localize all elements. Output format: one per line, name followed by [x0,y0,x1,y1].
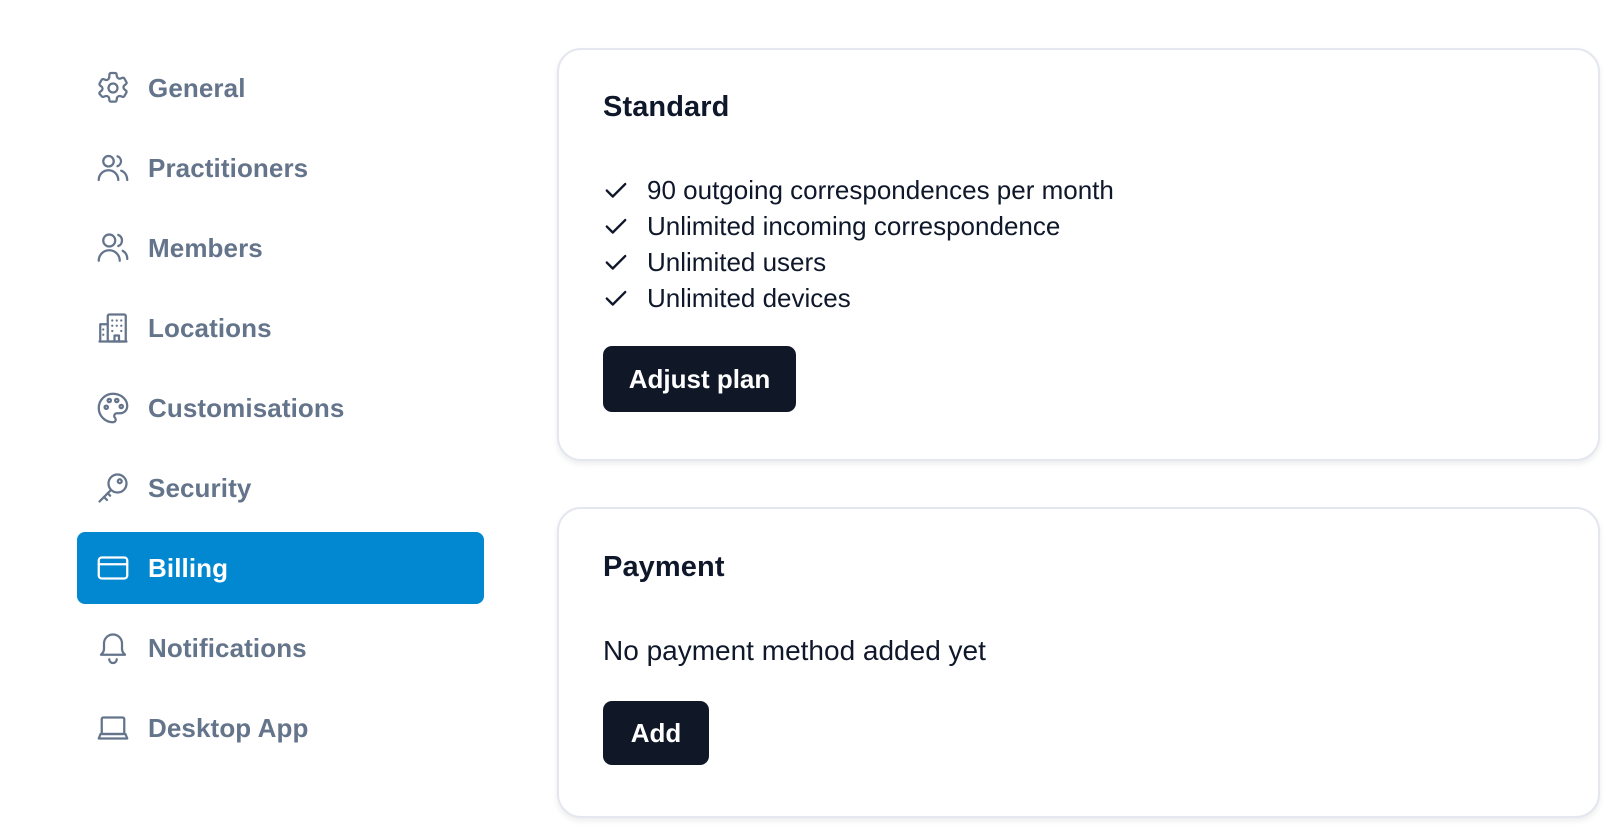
sidebar-item-customisations[interactable]: Customisations [77,372,484,444]
sidebar-item-members[interactable]: Members [77,212,484,284]
feature-text: 90 outgoing correspondences per month [647,174,1114,205]
check-icon [603,213,629,239]
sidebar-item-label: Billing [148,552,229,583]
settings-sidebar: General Practitioners Members Locations [77,52,484,772]
adjust-plan-button[interactable]: Adjust plan [603,346,796,412]
gear-icon [95,70,131,106]
palette-icon [95,390,131,426]
users-icon [95,150,131,186]
payment-title: Payment [603,551,725,583]
list-item: Unlimited users [603,244,1598,280]
sidebar-item-general[interactable]: General [77,52,484,124]
user-group-icon [95,230,131,266]
check-icon [603,249,629,275]
sidebar-item-label: Security [148,472,252,503]
sidebar-item-label: Desktop App [148,712,309,743]
list-item: Unlimited devices [603,280,1598,316]
plan-title: Standard [603,91,730,123]
credit-card-icon [95,550,131,586]
sidebar-item-desktop-app[interactable]: Desktop App [77,692,484,764]
payment-card: Payment No payment method added yet Add [557,507,1600,818]
sidebar-item-practitioners[interactable]: Practitioners [77,132,484,204]
feature-text: Unlimited incoming correspondence [647,210,1061,241]
payment-empty-message: No payment method added yet [603,635,986,666]
check-icon [603,177,629,203]
bell-icon [95,630,131,666]
sidebar-item-notifications[interactable]: Notifications [77,612,484,684]
sidebar-item-label: Locations [148,312,272,343]
plan-features-list: 90 outgoing correspondences per month Un… [603,172,1598,316]
add-payment-button[interactable]: Add [603,701,709,765]
sidebar-item-locations[interactable]: Locations [77,292,484,364]
plan-card: Standard 90 outgoing correspondences per… [557,48,1600,461]
sidebar-item-label: General [148,72,246,103]
check-icon [603,285,629,311]
feature-text: Unlimited devices [647,282,851,313]
building-icon [95,310,131,346]
list-item: 90 outgoing correspondences per month [603,172,1598,208]
sidebar-item-label: Members [148,232,263,263]
sidebar-item-billing[interactable]: Billing [77,532,484,604]
laptop-icon [95,710,131,746]
sidebar-item-label: Notifications [148,632,307,663]
sidebar-item-label: Practitioners [148,152,309,183]
list-item: Unlimited incoming correspondence [603,208,1598,244]
settings-page: General Practitioners Members Locations [0,0,1620,840]
sidebar-item-label: Customisations [148,392,345,423]
sidebar-item-security[interactable]: Security [77,452,484,524]
key-icon [95,470,131,506]
feature-text: Unlimited users [647,246,827,277]
